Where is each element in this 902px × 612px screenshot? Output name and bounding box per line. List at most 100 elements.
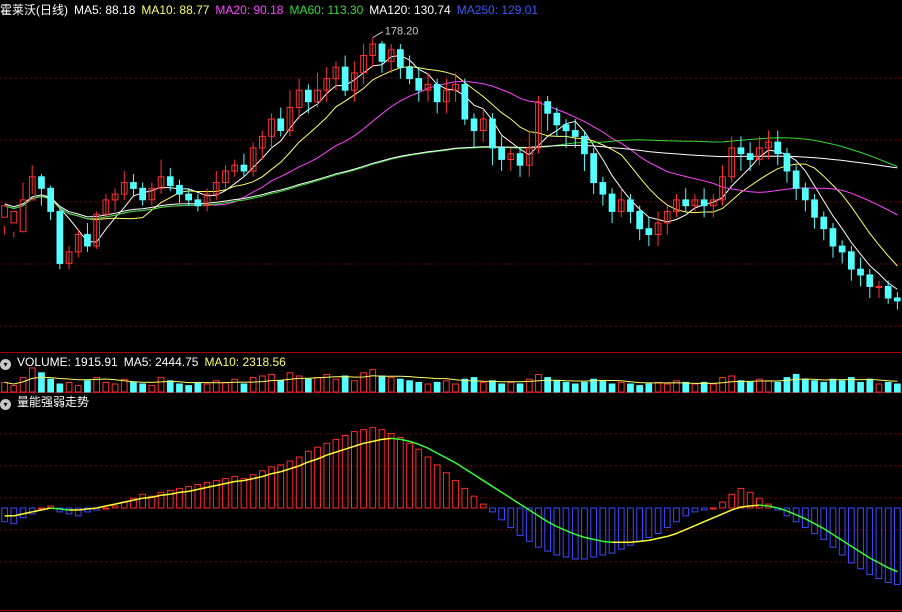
indicator-line-segment [887, 567, 898, 573]
volume-bar [387, 377, 395, 393]
volume-bar [231, 378, 239, 393]
candle-body [84, 234, 91, 247]
volume-bar [369, 369, 377, 393]
candle-body [341, 66, 349, 91]
indicator-line-segment [510, 497, 521, 505]
indicator-line-segment [335, 448, 346, 453]
price-ma-label-4: MA120: 130.74 [369, 3, 451, 17]
volume-bar [111, 383, 119, 393]
candle-body [406, 66, 413, 80]
indicator-bar [663, 507, 671, 529]
indicator-bar [553, 507, 561, 556]
indicator-line-segment [234, 479, 244, 483]
volume-bar [774, 381, 782, 393]
indicator-line-segment [381, 437, 392, 441]
indicator-line-segment [639, 539, 649, 543]
volume-bar [433, 381, 441, 393]
indicator-line-segment [685, 524, 696, 531]
candle-body [397, 49, 404, 68]
volume-bar [894, 383, 901, 393]
volume-bar [507, 381, 515, 393]
indicator-line-segment [538, 515, 549, 523]
ma5-line [4, 54, 898, 290]
volume-bar [737, 380, 745, 393]
volume-ma-label-0: VOLUME: 1915.91 [17, 355, 118, 369]
volume-bar [838, 380, 846, 393]
indicator-bar [875, 507, 883, 580]
volume-bar [452, 383, 459, 393]
volume-bar [829, 378, 837, 393]
volume-bar [636, 385, 643, 393]
volume-bar [139, 383, 147, 393]
ma10-line [4, 65, 898, 267]
indicator-line-segment [648, 537, 659, 542]
indicator-line-segment [298, 461, 309, 467]
indicator-bar [489, 507, 496, 513]
volume-bar [148, 385, 156, 393]
volume-bar [866, 378, 874, 393]
indicator-title: 量能强弱走势 [17, 395, 90, 409]
volume-bar [194, 381, 202, 393]
volume-toggle-icon[interactable]: ▾ [0, 359, 11, 370]
candle-body [166, 176, 174, 187]
indicator-line-segment [78, 508, 88, 511]
indicator-line-segment [87, 507, 97, 510]
indicator-line-segment [280, 468, 291, 473]
indicator-toggle-icon[interactable]: ▾ [0, 399, 11, 410]
indicator-line-segment [492, 485, 503, 493]
indicator-line-segment [860, 551, 871, 559]
volume-bar [599, 380, 607, 393]
indicator-line-segment [823, 527, 834, 536]
indicator-line-segment [188, 488, 199, 493]
indicator-bar [479, 503, 487, 509]
indicator-line-segment [528, 509, 539, 517]
indicator-bar [645, 507, 653, 538]
indicator-bar [728, 493, 736, 509]
indicator-line-segment [841, 539, 852, 547]
indicator-bar [838, 507, 846, 556]
candle-body [811, 199, 818, 218]
high-marker-label: 178.20 [385, 26, 419, 38]
volume-bar [203, 383, 211, 393]
indicator-line-segment [713, 513, 723, 519]
indicator-bar [590, 507, 597, 558]
indicator-bar [185, 485, 193, 509]
indicator-line-segment [795, 514, 806, 520]
volume-bar [277, 380, 285, 393]
indicator-bar [562, 507, 570, 558]
volume-ma-label-2: MA10: 2318.56 [204, 355, 286, 369]
volume-bar [811, 380, 818, 393]
indicator-line-segment [565, 529, 576, 536]
volume-bar [470, 377, 478, 393]
volume-bar [397, 378, 404, 393]
candle-body [848, 251, 855, 270]
indicator-line-segment [317, 454, 328, 460]
indicator-bar [710, 507, 717, 510]
indicator-line-segment [197, 486, 208, 491]
indicator-bar [608, 507, 616, 554]
indicator-line-segment [225, 480, 235, 485]
stock-chart-window: 178.20 霍莱沃(日线) MA5: 88.18 MA10: 88.77 MA20:… [0, 0, 902, 612]
volume-ma-label-1: MA5: 2444.75 [123, 355, 199, 369]
indicator-line-segment [391, 437, 401, 441]
indicator-line-segment [832, 533, 843, 541]
indicator-line-segment [630, 540, 640, 544]
volume-bar [424, 383, 432, 393]
candle-body [894, 297, 901, 302]
volume-bar [719, 377, 726, 393]
volume-bar [700, 381, 708, 393]
volume-bar [617, 381, 625, 393]
candle-body [10, 210, 18, 224]
indicator-line-segment [759, 504, 769, 507]
indicator-bar [756, 497, 763, 509]
indicator-line-segment [602, 540, 613, 544]
indicator-line-segment [32, 509, 42, 513]
indicator-line-segment [584, 536, 594, 541]
chart-canvas[interactable]: 178.20 [0, 0, 902, 612]
indicator-bar [1, 507, 8, 523]
volume-bar [222, 381, 229, 393]
indicator-line-segment [575, 533, 585, 539]
candle-body [857, 268, 864, 276]
ma20-line [4, 80, 898, 220]
indicator-bar [369, 427, 377, 509]
